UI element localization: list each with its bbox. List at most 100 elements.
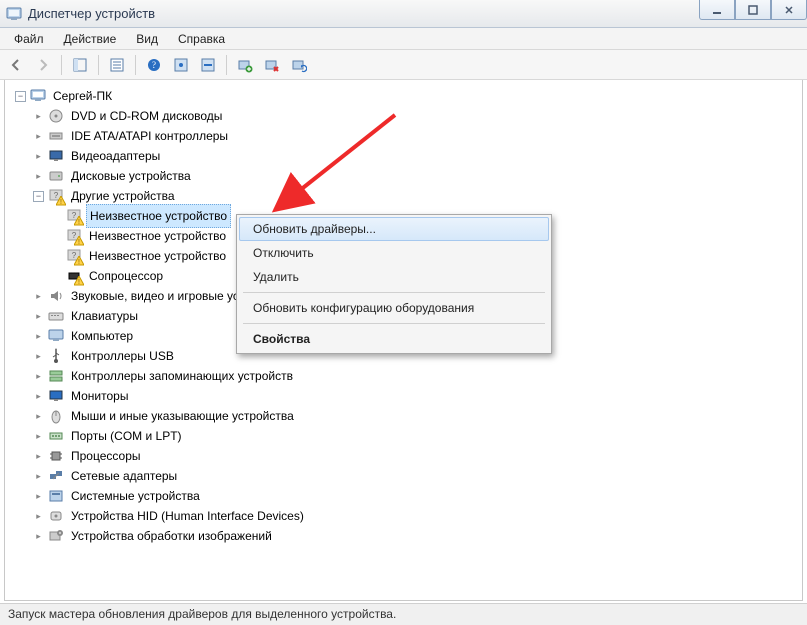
expand-icon[interactable]: ▸ [33, 431, 44, 442]
toolbar-separator [226, 55, 227, 75]
titlebar: Диспетчер устройств [0, 0, 807, 28]
unknown-icon: ?! [66, 208, 82, 224]
statusbar: Запуск мастера обновления драйверов для … [0, 603, 807, 625]
window-title: Диспетчер устройств [28, 6, 155, 21]
expand-icon[interactable]: ▸ [33, 531, 44, 542]
expand-icon[interactable]: ▸ [33, 391, 44, 402]
menu-view[interactable]: Вид [126, 30, 168, 48]
ctx-properties[interactable]: Свойства [239, 327, 549, 351]
tree-category[interactable]: ▸ Сетевые адаптеры [33, 466, 802, 486]
action-button[interactable] [169, 53, 193, 77]
tree-category-label: Контроллеры USB [68, 345, 177, 367]
nav-back-button[interactable] [4, 53, 28, 77]
tree-category[interactable]: ▸ DVD и CD-ROM дисководы [33, 106, 802, 126]
expand-icon[interactable]: ▸ [33, 411, 44, 422]
svg-text:?: ? [152, 60, 156, 70]
menubar: Файл Действие Вид Справка [0, 28, 807, 50]
ctx-separator [243, 292, 545, 293]
expand-icon[interactable]: ▸ [33, 491, 44, 502]
unknown-icon: ?! [48, 188, 64, 204]
expand-icon[interactable]: ▸ [33, 511, 44, 522]
tree-category-label: Сетевые адаптеры [68, 465, 180, 487]
action-button-2[interactable] [196, 53, 220, 77]
ctx-separator [243, 323, 545, 324]
collapse-icon[interactable]: − [15, 91, 26, 102]
expand-icon[interactable]: ▸ [33, 351, 44, 362]
collapse-icon[interactable]: − [33, 191, 44, 202]
nav-forward-button[interactable] [31, 53, 55, 77]
expand-icon[interactable]: ▸ [33, 471, 44, 482]
tree-category-label: Системные устройства [68, 485, 203, 507]
tree-category[interactable]: ▸ Устройства HID (Human Interface Devices… [33, 506, 802, 526]
menu-action[interactable]: Действие [54, 30, 127, 48]
ctx-uninstall[interactable]: Удалить [239, 265, 549, 289]
uninstall-button[interactable] [260, 53, 284, 77]
tree-category-label: Устройства обработки изображений [68, 525, 275, 547]
system-icon [48, 488, 64, 504]
expand-icon[interactable]: ▸ [33, 291, 44, 302]
svg-text:!: ! [60, 199, 62, 206]
tree-category[interactable]: ▸ Порты (COM и LPT) [33, 426, 802, 446]
image-icon [48, 528, 64, 544]
tree-category-label: Контроллеры запоминающих устройств [68, 365, 296, 387]
tree-category[interactable]: ▸ Мыши и иные указывающие устройства [33, 406, 802, 426]
ctx-update-drivers[interactable]: Обновить драйверы... [239, 217, 549, 241]
maximize-button[interactable] [735, 0, 771, 20]
monitor-icon [48, 388, 64, 404]
keyboard-icon [48, 308, 64, 324]
mouse-icon [48, 408, 64, 424]
expand-icon[interactable]: ▸ [33, 451, 44, 462]
network-icon [48, 468, 64, 484]
tree-category-label: Устройства HID (Human Interface Devices) [68, 505, 307, 527]
tree-category[interactable]: ▸Мониторы [33, 386, 802, 406]
toolbar-separator [61, 55, 62, 75]
scan-hardware-button[interactable] [287, 53, 311, 77]
tree-category[interactable]: ▸ Устройства обработки изображений [33, 526, 802, 546]
tree-category-label: Клавиатуры [68, 305, 141, 327]
menu-file[interactable]: Файл [4, 30, 54, 48]
tree-root[interactable]: − Сергей-ПК [15, 86, 802, 106]
tree-category[interactable]: ▸ Процессоры [33, 446, 802, 466]
show-hide-tree-button[interactable] [68, 53, 92, 77]
tree-category-label: Видеоадаптеры [68, 145, 163, 167]
expand-icon[interactable]: ▸ [33, 171, 44, 182]
usb-icon [48, 348, 64, 364]
tree-category[interactable]: ▸IDE ATA/ATAPI контроллеры [33, 126, 802, 146]
svg-text:!: ! [78, 279, 80, 286]
expand-icon[interactable]: ▸ [33, 371, 44, 382]
svg-text:!: ! [78, 259, 80, 266]
expand-icon[interactable]: ▸ [33, 331, 44, 342]
unknown-icon: ?! [66, 248, 82, 264]
update-driver-button[interactable] [233, 53, 257, 77]
ide-icon [48, 128, 64, 144]
port-icon [48, 428, 64, 444]
tree-category[interactable]: −?!Другие устройства [33, 186, 802, 206]
tree-category-label: DVD и CD-ROM дисководы [68, 105, 225, 127]
tree-category[interactable]: ▸ Видеоадаптеры [33, 146, 802, 166]
close-button[interactable] [771, 0, 807, 20]
ctx-scan-hardware[interactable]: Обновить конфигурацию оборудования [239, 296, 549, 320]
properties-button[interactable] [105, 53, 129, 77]
tree-category-label: Дисковые устройства [68, 165, 194, 187]
tree-category[interactable]: ▸ Системные устройства [33, 486, 802, 506]
expand-icon[interactable]: ▸ [33, 131, 44, 142]
tree-category[interactable]: ▸ Контроллеры запоминающих устройств [33, 366, 802, 386]
menu-help[interactable]: Справка [168, 30, 235, 48]
tree-category-label: Порты (COM и LPT) [68, 425, 185, 447]
expand-icon[interactable]: ▸ [33, 111, 44, 122]
minimize-button[interactable] [699, 0, 735, 20]
toolbar: ? [0, 50, 807, 80]
computer-icon [48, 328, 64, 344]
ctx-disable[interactable]: Отключить [239, 241, 549, 265]
help-button[interactable]: ? [142, 53, 166, 77]
tree-category[interactable]: ▸ Дисковые устройства [33, 166, 802, 186]
storage-icon [48, 368, 64, 384]
expand-icon[interactable]: ▸ [33, 151, 44, 162]
tree-category-label: Компьютер [68, 325, 136, 347]
chip-icon: ! [66, 268, 82, 284]
unknown-icon: ?! [66, 228, 82, 244]
tree-category-label: Процессоры [68, 445, 144, 467]
expand-icon[interactable]: ▸ [33, 311, 44, 322]
svg-text:!: ! [78, 239, 80, 246]
tree-category-label: Мыши и иные указывающие устройства [68, 405, 297, 427]
